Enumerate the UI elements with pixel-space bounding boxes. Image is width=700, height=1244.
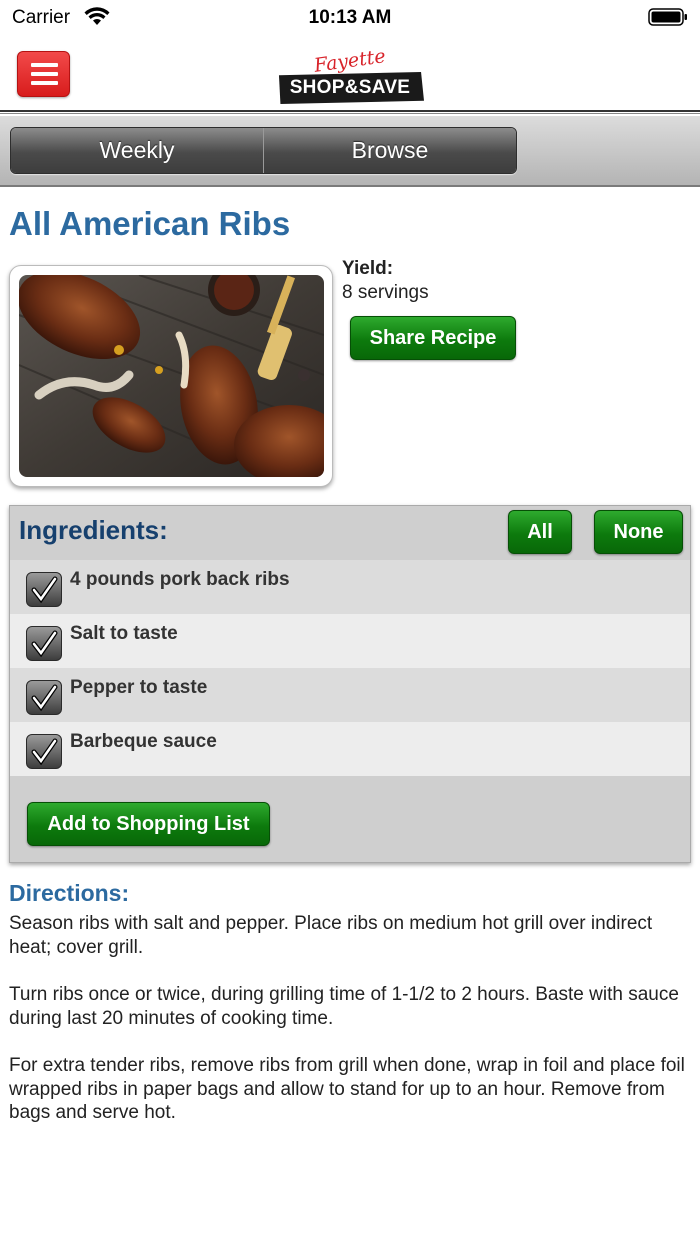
yield-label: Yield: xyxy=(342,258,394,279)
segmented-tabs: Weekly Browse xyxy=(10,127,517,174)
tab-browse[interactable]: Browse xyxy=(263,128,516,173)
ingredients-panel: Ingredients: All None 4 pounds pork back… xyxy=(9,505,691,863)
tab-weekly[interactable]: Weekly xyxy=(11,128,263,173)
ingredient-text: Barbeque sauce xyxy=(70,731,217,752)
direction-paragraph: For extra tender ribs, remove ribs from … xyxy=(9,1055,685,1123)
checkmark-icon xyxy=(31,738,58,766)
recipe-photo-frame xyxy=(9,265,333,487)
ingredient-row[interactable]: 4 pounds pork back ribs xyxy=(10,560,690,614)
app-header: Fayette SHOP&SAVE xyxy=(0,40,700,110)
hamburger-menu-icon xyxy=(31,63,58,67)
direction-paragraph: Turn ribs once or twice, during grilling… xyxy=(9,984,679,1029)
ingredient-checkbox[interactable] xyxy=(26,734,62,769)
battery-icon xyxy=(648,8,687,26)
hamburger-menu-icon-bar xyxy=(31,72,58,76)
clock: 10:13 AM xyxy=(308,7,392,28)
tab-strip: Weekly Browse xyxy=(0,116,700,187)
ingredient-text: Salt to taste xyxy=(70,623,178,644)
ingredient-row[interactable]: Barbeque sauce xyxy=(10,722,690,776)
direction-paragraph: Season ribs with salt and pepper. Place … xyxy=(9,913,653,958)
ribs-photo-image xyxy=(19,275,324,477)
checkmark-icon xyxy=(31,576,58,604)
recipe-title: All American Ribs xyxy=(9,205,291,242)
ingredient-checkbox[interactable] xyxy=(26,626,62,661)
ingredient-checkbox[interactable] xyxy=(26,680,62,715)
header-divider xyxy=(0,110,700,114)
select-none-button[interactable]: None xyxy=(594,510,683,554)
ingredient-text: Pepper to taste xyxy=(70,677,208,698)
ingredient-text: 4 pounds pork back ribs xyxy=(70,569,290,590)
directions-title: Directions: xyxy=(9,880,130,906)
directions-text: Season ribs with salt and pepper. Place … xyxy=(9,912,689,1149)
logo-text: SHOP&SAVE xyxy=(289,77,411,98)
logo-script-text: Fayette xyxy=(312,45,387,77)
status-bar: Carrier 10:13 AM xyxy=(0,0,700,36)
add-to-shopping-list-button[interactable]: Add to Shopping List xyxy=(27,802,270,846)
ingredient-checkbox[interactable] xyxy=(26,572,62,607)
checkmark-icon xyxy=(31,684,58,712)
yield-value: 8 servings xyxy=(342,282,429,303)
hamburger-menu-icon-bar xyxy=(31,81,58,85)
share-recipe-button[interactable]: Share Recipe xyxy=(350,316,516,360)
ingredient-row[interactable]: Pepper to taste xyxy=(10,668,690,722)
ingredients-title: Ingredients: xyxy=(19,515,168,545)
ingredient-row[interactable]: Salt to taste xyxy=(10,614,690,668)
checkmark-icon xyxy=(31,630,58,658)
ingredients-header: Ingredients: All None xyxy=(10,506,690,560)
menu-button[interactable] xyxy=(17,51,70,97)
store-logo[interactable]: Fayette SHOP&SAVE xyxy=(276,45,426,106)
recipe-photo xyxy=(19,275,324,477)
select-all-button[interactable]: All xyxy=(508,510,572,554)
